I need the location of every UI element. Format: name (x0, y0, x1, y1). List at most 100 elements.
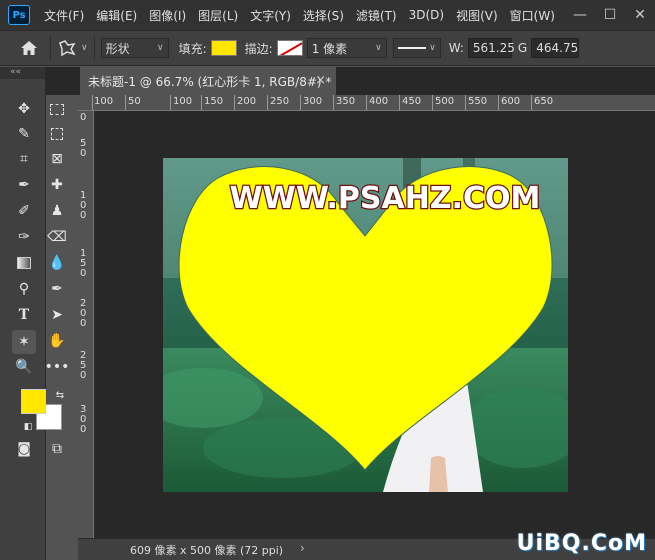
arm (429, 456, 448, 492)
document-info: 609 像素 x 500 像素 (72 ppi) (130, 544, 284, 557)
ruler-tick (201, 95, 202, 110)
menu-edit[interactable]: 编辑(E) (90, 7, 143, 24)
link-label: G (517, 41, 528, 55)
ruler-tick (300, 95, 301, 110)
watermark: UiBQ.CoM (516, 531, 647, 556)
ruler-tick (366, 95, 367, 110)
ruler-label: 400 (369, 96, 389, 107)
ruler-label: 200 (237, 96, 257, 107)
fill-label: 填充: (178, 41, 207, 56)
status-menu-button[interactable]: › (300, 541, 305, 555)
canvas-artwork: WWW.PSAHZ.COM (163, 158, 568, 492)
ruler-label: 2 0 0 (80, 298, 87, 329)
gradient-tool-icon[interactable] (14, 253, 34, 273)
menu-file[interactable]: 文件(F) (38, 7, 90, 24)
stroke-color-swatch[interactable] (276, 40, 303, 56)
separator (93, 36, 95, 60)
ruler-tick (333, 95, 334, 110)
default-colors-icon[interactable]: ◧ (18, 417, 38, 437)
custom-shape-tool-icon[interactable]: ✶ (12, 330, 36, 354)
fill-color-swatch[interactable] (210, 40, 237, 56)
stamp-tool-icon[interactable]: ♟ (47, 201, 67, 221)
menu-image[interactable]: 图像(I) (143, 7, 192, 24)
menu-window[interactable]: 窗口(W) (504, 7, 561, 24)
ruler-tick (531, 95, 532, 110)
zoom-tool-icon[interactable]: 🔍 (14, 357, 34, 377)
type-tool-icon[interactable]: T (14, 305, 34, 325)
custom-shape-icon (59, 40, 76, 57)
ruler-tick (498, 95, 499, 110)
ruler-label: 3 0 0 (80, 404, 87, 435)
brush-tool-icon[interactable]: ✐ (14, 201, 34, 221)
ruler-label: 650 (534, 96, 554, 107)
frame-tool-icon[interactable]: ⊠ (47, 149, 67, 169)
ruler-label: 350 (336, 96, 356, 107)
canvas-image[interactable]: WWW.PSAHZ.COM (163, 158, 568, 492)
menu-type[interactable]: 文字(Y) (244, 7, 297, 24)
hand-tool-icon[interactable]: ✋ (47, 331, 67, 351)
eyedropper-tool-icon[interactable]: ✒ (14, 175, 34, 195)
more-tools-icon[interactable]: ••• (45, 357, 70, 377)
close-icon[interactable]: × (315, 73, 326, 88)
horizontal-ruler[interactable]: 100 50 100 150 200 250 300 350 400 450 5… (92, 95, 655, 111)
ruler-label: 300 (303, 96, 323, 107)
dodge-tool-icon[interactable]: ⚲ (14, 279, 34, 299)
options-bar: ∨ 形状 ∨ 填充: 描边: 1 像素 ∨ ∨ W: 561.25 G 464.… (0, 30, 655, 66)
eraser-tool-icon[interactable]: ⌫ (47, 227, 67, 247)
path-selection-tool-icon[interactable]: ➤ (47, 305, 67, 325)
vertical-ruler[interactable]: 0 5 0 1 0 0 1 5 0 2 0 0 2 5 0 3 0 0 (78, 111, 94, 538)
document-tab[interactable]: 未标题-1 @ 66.7% (红心形卡 1, RGB/8#) * × (80, 67, 336, 95)
menu-select[interactable]: 选择(S) (297, 7, 350, 24)
move-tool-icon[interactable]: ✥ (14, 99, 34, 119)
window-buttons: — ☐ ✕ (565, 0, 655, 30)
menu-view[interactable]: 视图(V) (450, 7, 504, 24)
ruler-label: 250 (270, 96, 290, 107)
ruler-label: 5 0 (80, 138, 87, 159)
healing-brush-tool-icon[interactable]: ✚ (47, 175, 67, 195)
chevron-down-icon: ∨ (157, 43, 164, 53)
crop-tool-icon[interactable]: ⌗ (14, 149, 34, 169)
ruler-label: 1 5 0 (80, 248, 87, 279)
pen-tool-icon[interactable]: ✒ (47, 279, 67, 299)
marquee-tool-icon[interactable] (47, 99, 67, 119)
photoshop-logo: Ps (8, 5, 30, 25)
close-button[interactable]: ✕ (625, 7, 655, 23)
ruler-label: 100 (94, 96, 114, 107)
swap-colors-icon[interactable]: ⇆ (50, 385, 70, 405)
ruler-tick (399, 95, 400, 110)
stroke-line-icon (397, 47, 426, 49)
object-selection-tool-icon[interactable] (47, 124, 67, 144)
mode-select[interactable]: 形状 ∨ (100, 38, 169, 58)
blur-tool-icon[interactable]: 💧 (47, 253, 67, 273)
width-input[interactable]: 561.25 (467, 38, 515, 58)
menubar: Ps 文件(F) 编辑(E) 图像(I) 图层(L) 文字(Y) 选择(S) 滤… (0, 0, 655, 30)
menu-3d[interactable]: 3D(D) (403, 8, 450, 22)
lasso-tool-icon[interactable]: ✎ (14, 124, 34, 144)
ruler-tick (170, 95, 171, 110)
menu-filter[interactable]: 滤镜(T) (350, 7, 403, 24)
quick-mask-icon[interactable]: ◙ (14, 439, 34, 459)
ruler-label: 2 5 0 (80, 350, 87, 381)
screen-mode-icon[interactable]: ⧉ (47, 439, 67, 459)
minimize-button[interactable]: — (565, 7, 595, 23)
maximize-button[interactable]: ☐ (595, 7, 625, 23)
toolbar-collapse-button[interactable]: «« (0, 67, 45, 79)
mode-select-value: 形状 (105, 41, 130, 56)
home-button[interactable] (14, 35, 44, 61)
ruler-tick (267, 95, 268, 110)
stroke-label: 描边: (244, 41, 273, 56)
width-label: W: (448, 41, 464, 55)
foreground-color-swatch[interactable] (21, 389, 46, 414)
height-input[interactable]: 464.75 (531, 38, 580, 58)
document-tab-title: 未标题-1 @ 66.7% (红心形卡 1, RGB/8#) * (88, 74, 332, 89)
chevron-down-icon: ∨ (375, 43, 382, 53)
tool-preset-picker[interactable]: ∨ (57, 39, 88, 57)
separator (50, 36, 51, 60)
menu-layer[interactable]: 图层(L) (192, 7, 244, 24)
home-icon (21, 41, 37, 55)
chevron-down-icon: ∨ (81, 43, 88, 53)
ruler-label: 50 (128, 96, 141, 107)
history-brush-tool-icon[interactable]: ✑ (14, 227, 34, 247)
stroke-width-select[interactable]: 1 像素 ∨ (306, 38, 387, 58)
stroke-type-select[interactable]: ∨ (392, 38, 441, 58)
